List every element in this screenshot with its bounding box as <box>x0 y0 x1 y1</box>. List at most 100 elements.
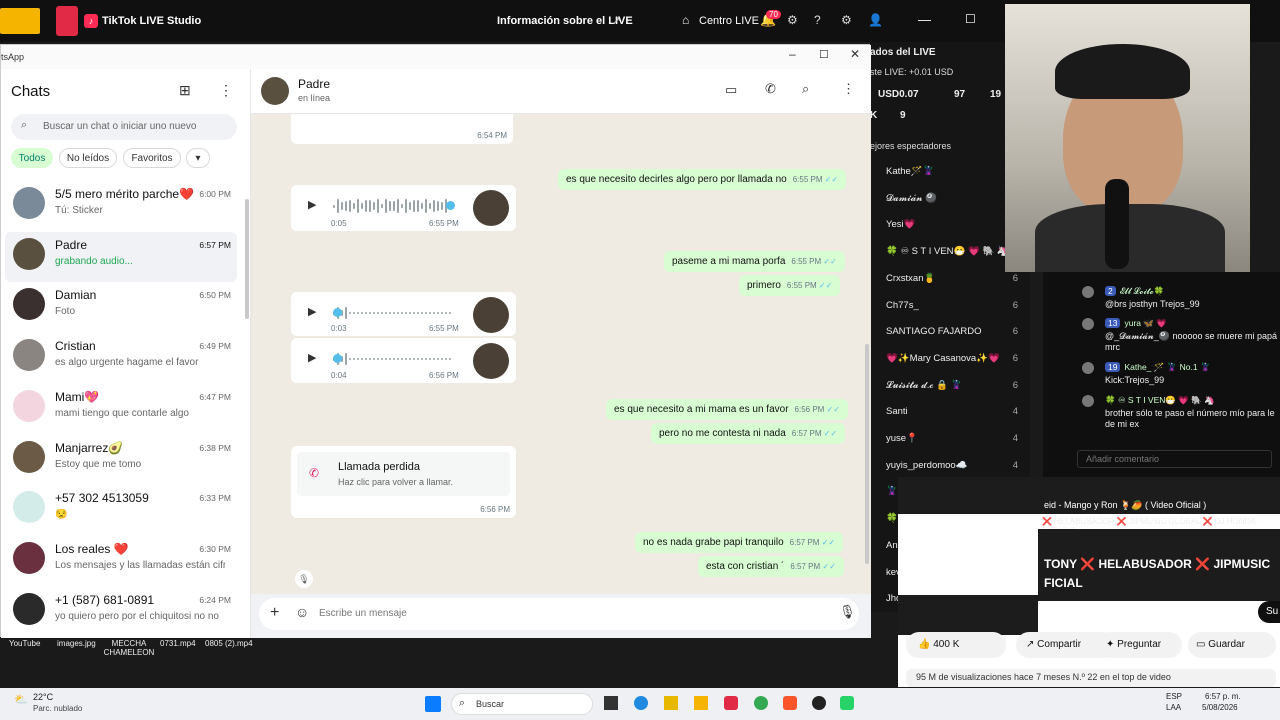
channel-name[interactable]: p LLC ⊘ y Planet Records Cuba / Miami ⊘ <box>1042 605 1232 616</box>
chat-item[interactable]: 5/5 mero mérito parche❤️ 6:00 PM Tú: Stick… <box>5 181 237 231</box>
filter-no-leidos[interactable]: No leídos <box>59 148 117 168</box>
up-next-title[interactable]: eid - Mango y Ron 🍹🥭 ( Video Oficial ) <box>1044 500 1206 511</box>
audio-scrubber[interactable] <box>446 201 455 210</box>
settings-icon[interactable]: ⚙ <box>787 13 798 27</box>
menu-icon[interactable]: ⋮ <box>219 82 233 99</box>
brave-icon[interactable] <box>783 696 797 710</box>
chat-item[interactable]: Cristian 6:49 PM es algo urgente hagame el… <box>5 333 237 383</box>
desktop-icon-label[interactable]: 0731.mp4 <box>160 639 196 648</box>
emoji-icon[interactable]: ☺ <box>295 604 309 620</box>
chat-item[interactable]: +1 (587) 681-0891 6:24 PM yo quiero pero p… <box>5 587 237 637</box>
audio-message[interactable]: ▶ 0:04 6:56 PM <box>291 338 516 383</box>
maximize-icon[interactable]: ☐ <box>819 48 829 61</box>
message-out[interactable]: esta con cristian ´ 6:57 PM ✓✓ <box>698 556 844 577</box>
save-button[interactable]: ▭ Guardar <box>1188 632 1276 658</box>
message-out[interactable]: es que necesito decirles algo pero por l… <box>558 169 847 190</box>
audio-message[interactable]: ▶ 0:03 6:55 PM <box>291 292 516 336</box>
audio-scrubber[interactable] <box>333 354 342 363</box>
maximize-icon[interactable]: ☐ <box>965 12 976 26</box>
viewer-row[interactable]: Santi 4 <box>886 406 1026 424</box>
viewer-row[interactable]: SANTIAGO FAJARDO 6 <box>886 326 1026 344</box>
message-scrollbar[interactable] <box>865 344 869 564</box>
chat-item[interactable]: Los reales ❤️ 6:30 PM Los mensajes y las l… <box>5 536 237 586</box>
viewer-row[interactable]: yuyis_perdomoo☁️ 4 <box>886 460 1026 478</box>
new-chat-icon[interactable]: ⊞ <box>179 82 191 99</box>
filter-favoritos[interactable]: Favoritos <box>123 148 181 168</box>
message-out[interactable]: pero no me contesta ni nada 6:57 PM ✓✓ <box>651 423 846 444</box>
conversation-header[interactable]: Padre en línea ▭ ✆ ⌕ ⋮ <box>251 69 871 114</box>
mic-icon[interactable]: 🎙 <box>295 570 313 588</box>
desktop-icon-label[interactable]: MECCHA CHAMELEON <box>103 639 155 657</box>
chevron-down-icon[interactable]: ▾ <box>186 148 210 168</box>
desktop-icon-label[interactable]: images.jpg <box>57 639 96 648</box>
avatar[interactable] <box>261 77 289 105</box>
task-view-icon[interactable] <box>604 696 618 710</box>
sidebar-scrollbar[interactable] <box>245 199 249 319</box>
clock-time[interactable]: 6:57 p. m. <box>1205 692 1241 701</box>
edge-icon[interactable] <box>634 696 648 710</box>
message-in[interactable]: 6:54 PM <box>291 114 513 144</box>
chrome-icon[interactable] <box>754 696 768 710</box>
phone-icon[interactable]: ✆ <box>765 81 776 97</box>
play-icon[interactable]: ▶ <box>308 198 316 211</box>
plus-icon[interactable]: + <box>270 604 279 622</box>
weather-icon[interactable]: ⛅ <box>14 693 28 706</box>
comment-input[interactable]: Añadir comentario <box>1077 450 1272 468</box>
like-button[interactable]: 👍 400 K <box>906 632 1006 658</box>
whatsapp-icon[interactable] <box>840 696 854 710</box>
centro-live-link[interactable]: Centro LIVE <box>699 15 759 27</box>
viewer-row[interactable]: Crxstxan🍍 6 <box>886 273 1026 291</box>
start-icon[interactable] <box>425 696 441 712</box>
viewer-row[interactable]: 𝓛𝓾𝓲𝓼𝓲𝓽𝓪 𝓭.𝓬 🔒 🦹 6 <box>886 380 1026 398</box>
audio-message[interactable]: ▶ 0:05 6:55 PM <box>291 185 516 231</box>
filter-todos[interactable]: Todos <box>11 148 53 168</box>
play-icon[interactable]: ▶ <box>308 351 316 364</box>
chat-item[interactable]: +57 302 4513059 6:33 PM 😒 <box>5 485 237 535</box>
message-out[interactable]: paseme a mi mama porfa 6:55 PM ✓✓ <box>664 251 845 272</box>
taskbar-search[interactable]: ⌕ Buscar <box>451 693 593 715</box>
close-icon[interactable]: ✕ <box>850 47 860 61</box>
viewer-row[interactable]: 💗✨Mary Casanova✨💗 6 <box>886 353 1026 371</box>
audio-scrubber[interactable] <box>333 308 342 317</box>
message-out[interactable]: es que necesito a mi mama es un favor 6:5… <box>606 399 848 420</box>
search-input[interactable]: Buscar un chat o iniciar uno nuevo <box>43 121 196 132</box>
message-input[interactable]: Escribe un mensaje <box>319 608 407 619</box>
explorer-icon[interactable] <box>694 696 708 710</box>
search-box[interactable]: ⌕ Buscar un chat o iniciar uno nuevo <box>11 114 237 140</box>
menu-icon[interactable]: ⋮ <box>842 81 855 97</box>
weather-temp[interactable]: 22°C <box>33 692 53 702</box>
desktop-icon-label[interactable]: 0805 (2).mp4 <box>205 639 253 648</box>
ask-button[interactable]: ✦ Preguntar <box>1098 632 1182 658</box>
minimize-icon[interactable]: – <box>789 47 796 61</box>
search-icon[interactable]: ⌕ <box>802 81 809 97</box>
viewer-row[interactable]: yuse📍 4 <box>886 433 1026 451</box>
taskbar-search-input[interactable]: Buscar <box>476 699 504 709</box>
video-call-icon[interactable]: ▭ <box>725 82 737 98</box>
chat-item[interactable]: Manjarrez🥑 6:38 PM Estoy que me tomo <box>5 435 237 485</box>
share-icon[interactable]: ↗ <box>612 14 621 27</box>
help-icon[interactable]: ? <box>814 13 821 27</box>
profile-icon[interactable]: 👤 <box>868 13 883 27</box>
chat-preview: Los mensajes y las llamadas están cifr..… <box>55 559 225 571</box>
chat-item[interactable]: Padre 6:57 PM grabando audio... <box>5 231 237 282</box>
tiktok-icon[interactable] <box>724 696 738 710</box>
subscribe-button[interactable]: Su <box>1258 601 1280 623</box>
minimize-icon[interactable]: — <box>918 12 931 27</box>
home-icon[interactable]: ⌂ <box>682 13 689 27</box>
chat-item[interactable]: Mami💖 6:47 PM mami tiengo que contarle alg… <box>5 384 237 434</box>
message-out[interactable]: primero 6:55 PM ✓✓ <box>739 275 841 296</box>
desktop-icon-label[interactable]: YouTube <box>9 639 40 648</box>
obs-icon[interactable] <box>812 696 826 710</box>
folder-icon[interactable] <box>0 8 40 34</box>
app-icon[interactable] <box>56 6 78 36</box>
chat-item[interactable]: Damian 6:50 PM Foto <box>5 282 237 332</box>
missed-call-card[interactable]: ✆ Llamada perdida Haz clic para volver a… <box>291 446 516 518</box>
play-icon[interactable]: ▶ <box>308 305 316 318</box>
message-out[interactable]: no es nada grabe papi tranquilo 6:57 PM ✓… <box>635 532 844 553</box>
language-code[interactable]: ESP <box>1166 692 1182 701</box>
gear-icon[interactable]: ⚙ <box>841 13 852 27</box>
viewer-row[interactable]: Ch77s_ 6 <box>886 300 1026 318</box>
chat-preview: mami tiengo que contarle algo <box>55 407 189 419</box>
mic-icon[interactable]: 🎙 <box>839 604 856 620</box>
store-icon[interactable] <box>664 696 678 710</box>
